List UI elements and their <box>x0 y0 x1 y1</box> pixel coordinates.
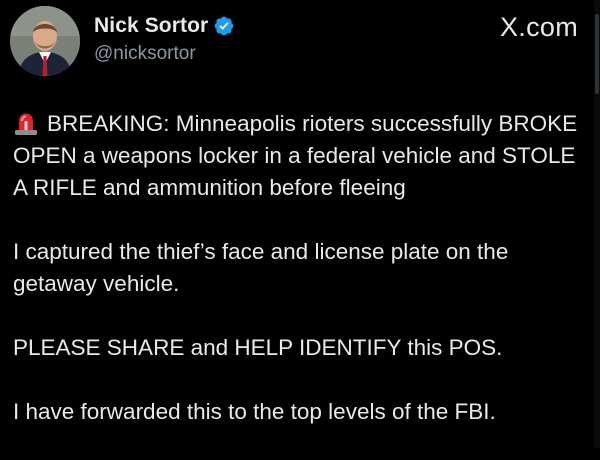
avatar[interactable] <box>10 6 80 76</box>
user-handle[interactable]: @nicksortor <box>94 43 235 65</box>
verified-badge-icon <box>214 16 234 36</box>
display-name[interactable]: Nick Sortor <box>94 14 208 38</box>
author-info: Nick Sortor @nicksortor <box>94 12 235 65</box>
scrollbar[interactable] <box>594 0 600 448</box>
tweet-paragraph-1-text: BREAKING: Minneapolis rioters successful… <box>13 111 578 200</box>
source-label: X.com <box>499 12 578 42</box>
tweet-paragraph-3: PLEASE SHARE and HELP IDENTIFY this POS. <box>13 335 503 360</box>
tweet-paragraph-2: I captured the thief’s face and license … <box>13 239 509 296</box>
scrollbar-thumb[interactable] <box>595 14 599 94</box>
rotating-light-icon <box>15 113 37 135</box>
tweet-body: BREAKING: Minneapolis rioters successful… <box>13 108 583 460</box>
tweet-paragraph-1: BREAKING: Minneapolis rioters successful… <box>13 108 583 204</box>
display-name-row: Nick Sortor <box>94 12 235 40</box>
tweet-header: Nick Sortor @nicksortor X.com <box>10 6 578 76</box>
tweet-paragraph-4: I have forwarded this to the top levels … <box>13 399 496 424</box>
avatar-photo <box>10 6 80 76</box>
